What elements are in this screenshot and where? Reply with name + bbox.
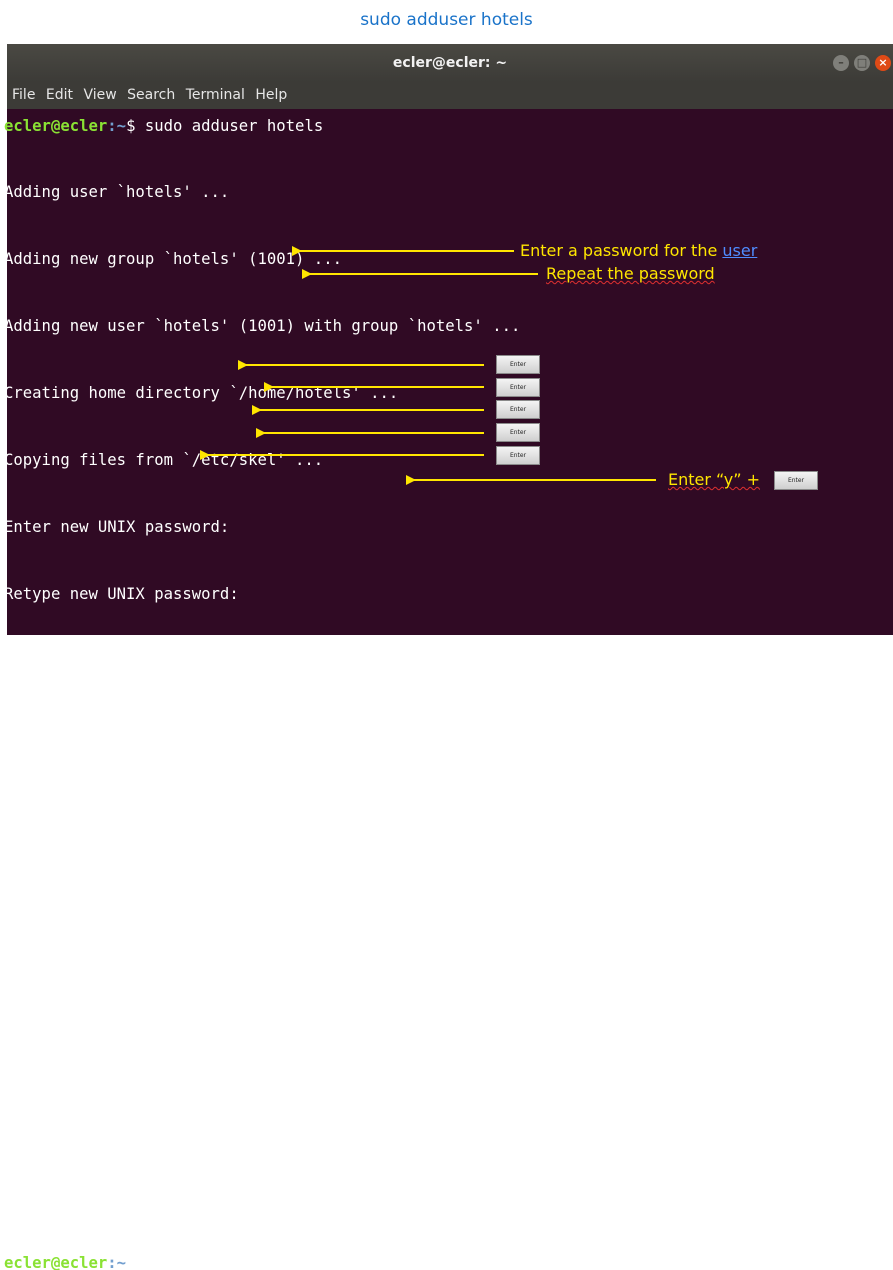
enter-key-icon: Enter — [496, 355, 540, 374]
annotation-repeat: Repeat the password — [546, 264, 715, 283]
annotation-enter-y: Enter “y” + — [668, 470, 760, 489]
final-prompt-line: ecler@ecler:~$ — [4, 1252, 884, 1270]
annotation-user-word: user — [722, 241, 758, 260]
output-line: Changing the user information for hotels — [4, 718, 380, 737]
enter-key-icon: Enter — [774, 471, 818, 490]
enter-key-icon: Enter — [496, 400, 540, 419]
output-line: Enter the new value, or press ENTER for … — [4, 785, 483, 804]
enter-key-icon: Enter — [496, 423, 540, 442]
annotation-password: Enter a password for the user — [520, 241, 757, 260]
annotation-enter-y-text: Enter “y” + — [668, 470, 760, 489]
output-line: Home Phone []: — [4, 1053, 211, 1072]
annotation-password-text: Enter a password for the — [520, 241, 723, 260]
output-line: Other []: — [4, 1119, 164, 1138]
prompt-path: :~ — [107, 1253, 127, 1270]
text-cursor — [144, 1252, 155, 1270]
output-line: passwd: password updated successfully — [4, 651, 352, 670]
enter-key-icon: Enter — [496, 378, 540, 397]
prompt-user: ecler@ecler — [4, 1253, 108, 1270]
output-line: Full Name []: — [4, 852, 202, 871]
output-line: Room Number []: — [4, 919, 220, 938]
enter-key-icon: Enter — [496, 446, 540, 465]
output-line: Work Phone []: — [4, 986, 211, 1005]
annotation-arrows — [200, 246, 656, 485]
output-line: Is the information correct? [Y/n] y — [4, 1186, 333, 1205]
prompt-symbol: $ — [126, 1253, 136, 1270]
